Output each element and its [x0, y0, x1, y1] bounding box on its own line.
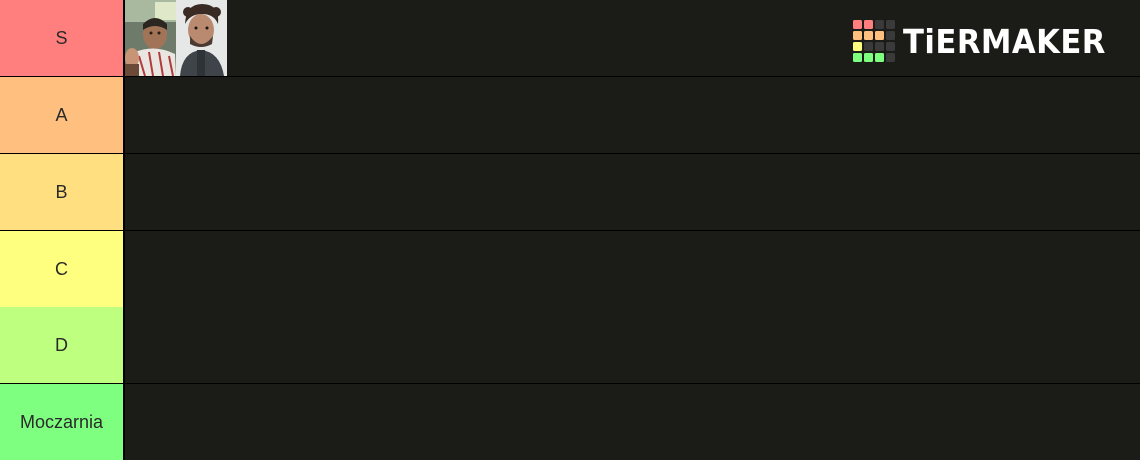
tier-label-c[interactable]: C	[0, 231, 123, 307]
tier-row-d: D	[0, 307, 1140, 383]
tier-row-a: A	[0, 77, 1140, 153]
tier-item-photo-man-curly-hair[interactable]	[176, 0, 227, 76]
tier-items-c[interactable]	[125, 231, 1140, 307]
tier-item-photo-man-with-scarf[interactable]	[125, 0, 176, 76]
tiermaker-logo-icon	[852, 20, 895, 62]
tier-label-b[interactable]: B	[0, 154, 123, 230]
tier-label-d[interactable]: D	[0, 307, 123, 383]
tier-items-d[interactable]	[125, 307, 1140, 383]
tier-label-a[interactable]: A	[0, 77, 123, 153]
tier-row-moczarnia: Moczarnia	[0, 384, 1140, 460]
tier-items-b[interactable]	[125, 154, 1140, 230]
tier-row-c: C	[0, 231, 1140, 307]
tiermaker-logo: TiERMAKER	[852, 20, 1121, 62]
tier-items-s[interactable]: TiERMAKER	[125, 0, 1140, 76]
tier-items-a[interactable]	[125, 77, 1140, 153]
tier-row-s: S TiERMAKER	[0, 0, 1140, 76]
tier-label-moczarnia[interactable]: Moczarnia	[0, 384, 123, 460]
tier-label-s[interactable]: S	[0, 0, 123, 76]
tier-items-moczarnia[interactable]	[125, 384, 1140, 460]
tiermaker-logo-text: TiERMAKER	[902, 21, 1106, 61]
tier-row-b: B	[0, 154, 1140, 230]
tier-list-board: S TiERMAKER A B C D Moczarnia	[0, 0, 1140, 460]
